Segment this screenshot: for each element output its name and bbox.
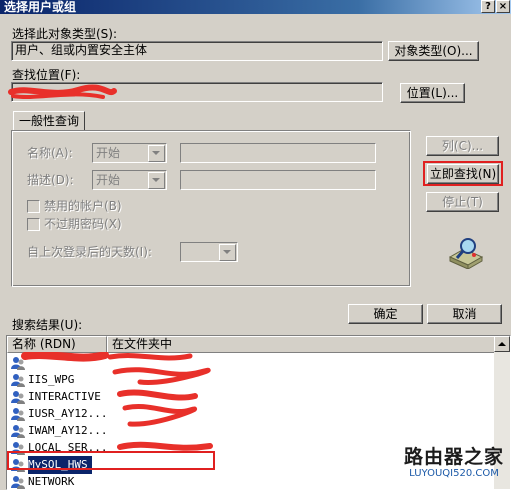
stop-button[interactable]: 停止(T) — [426, 192, 499, 212]
selected-row-highlight — [7, 451, 215, 470]
object-types-field: 用户、组或内置安全主体 — [11, 41, 383, 61]
results-label: 搜索结果(U): — [12, 318, 83, 332]
chevron-down-icon — [148, 172, 165, 189]
watermark-url: LUYOUQI520.COM — [409, 468, 499, 479]
chevron-down-icon — [148, 145, 165, 162]
days-since-logon-label: 自上次登录后的天数(I): — [27, 245, 152, 259]
find-now-button[interactable]: 立即查找(N) — [427, 164, 499, 184]
title-bar: 选择用户或组 — [0, 0, 511, 14]
chevron-down-icon — [219, 244, 236, 261]
search-animation-icon — [448, 238, 484, 269]
name-input[interactable] — [180, 143, 376, 163]
location-label: 查找位置(F): — [12, 68, 81, 82]
disabled-accounts-checkbox[interactable] — [27, 200, 40, 213]
user-group-icon — [11, 476, 25, 489]
column-header-name[interactable]: 名称 (RDN) — [7, 336, 107, 353]
row-name: NETWORK — [28, 475, 75, 488]
column-header-folder[interactable]: 在文件夹中 — [107, 336, 495, 353]
disabled-accounts-label: 禁用的帐户(B) — [44, 199, 122, 213]
object-types-button[interactable]: 对象类型(O)... — [388, 41, 479, 61]
redaction-scribble — [8, 84, 117, 99]
watermark: 路由器之家 LUYOUQI520.COM — [398, 446, 510, 480]
desc-label: 描述(D): — [27, 173, 74, 187]
name-label: 名称(A): — [27, 146, 73, 160]
days-since-logon-select[interactable] — [180, 242, 238, 262]
ok-button[interactable]: 确定 — [348, 304, 423, 324]
cancel-button[interactable]: 取消 — [427, 304, 502, 324]
close-button[interactable]: × — [496, 0, 510, 13]
columns-button[interactable]: 列(C)... — [426, 136, 499, 156]
name-mode-select[interactable]: 开始 — [92, 143, 167, 163]
window-title: 选择用户或组 — [4, 0, 77, 14]
desc-input[interactable] — [180, 170, 376, 190]
scroll-up-arrow[interactable] — [494, 336, 510, 352]
tab-general-query[interactable]: 一般性查询 — [13, 111, 86, 131]
non-expiring-pwd-checkbox[interactable] — [27, 218, 40, 231]
redaction-scribble-list — [21, 352, 213, 451]
watermark-title: 路由器之家 — [403, 446, 504, 468]
location-button[interactable]: 位置(L)... — [400, 83, 465, 103]
help-button[interactable]: ? — [481, 0, 495, 13]
object-types-label: 选择此对象类型(S): — [12, 27, 118, 41]
non-expiring-pwd-label: 不过期密码(X) — [44, 217, 122, 231]
desc-mode-select[interactable]: 开始 — [92, 170, 167, 190]
